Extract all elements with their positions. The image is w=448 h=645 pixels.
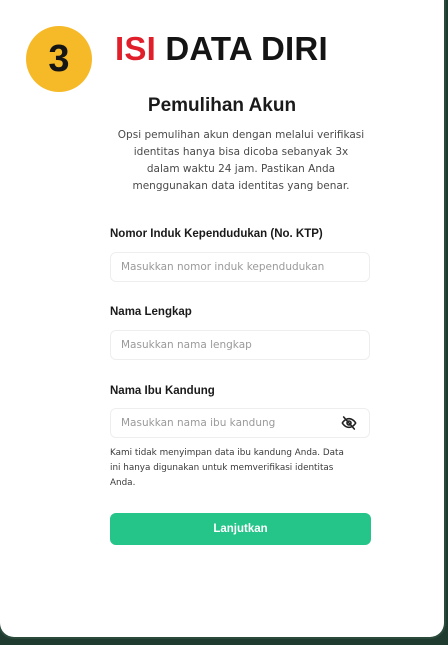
banner-title-rest: DATA DIRI — [155, 30, 328, 67]
nik-field[interactable] — [110, 252, 370, 282]
mother-name-input[interactable] — [111, 417, 341, 429]
step-number: 3 — [48, 37, 70, 80]
continue-button[interactable]: Lanjutkan — [110, 513, 371, 545]
mother-name-field[interactable] — [110, 408, 370, 438]
mother-name-label: Nama Ibu Kandung — [110, 385, 215, 397]
full-name-input[interactable] — [111, 339, 369, 351]
nik-label: Nomor Induk Kependudukan (No. KTP) — [110, 228, 323, 240]
account-recovery-card: 3 ISI DATA DIRI Pemulihan Akun Opsi pemu… — [0, 0, 444, 637]
full-name-label: Nama Lengkap — [110, 306, 192, 318]
subtitle-line: identitas hanya bisa dicoba sebanyak 3x — [133, 146, 349, 158]
helper-line: Kami tidak menyimpan data ibu kandung An… — [110, 448, 344, 458]
banner-title: ISI DATA DIRI — [115, 30, 328, 68]
step-number-badge: 3 — [26, 26, 92, 92]
helper-line: Anda. — [110, 478, 136, 488]
nik-input[interactable] — [111, 261, 369, 273]
eye-off-icon[interactable] — [341, 415, 357, 431]
banner-title-accent: ISI — [115, 30, 156, 67]
helper-line: ini hanya digunakan untuk memverifikasi … — [110, 463, 334, 473]
subtitle-line: menggunakan data identitas yang benar. — [132, 180, 350, 192]
page-subtitle: Opsi pemulihan akun dengan melalui verif… — [110, 127, 372, 195]
subtitle-line: dalam waktu 24 jam. Pastikan Anda — [146, 163, 336, 175]
page-title: Pemulihan Akun — [147, 95, 297, 116]
subtitle-line: Opsi pemulihan akun dengan melalui verif… — [117, 129, 365, 141]
helper-text: Kami tidak menyimpan data ibu kandung An… — [110, 446, 372, 491]
full-name-field[interactable] — [110, 330, 370, 360]
